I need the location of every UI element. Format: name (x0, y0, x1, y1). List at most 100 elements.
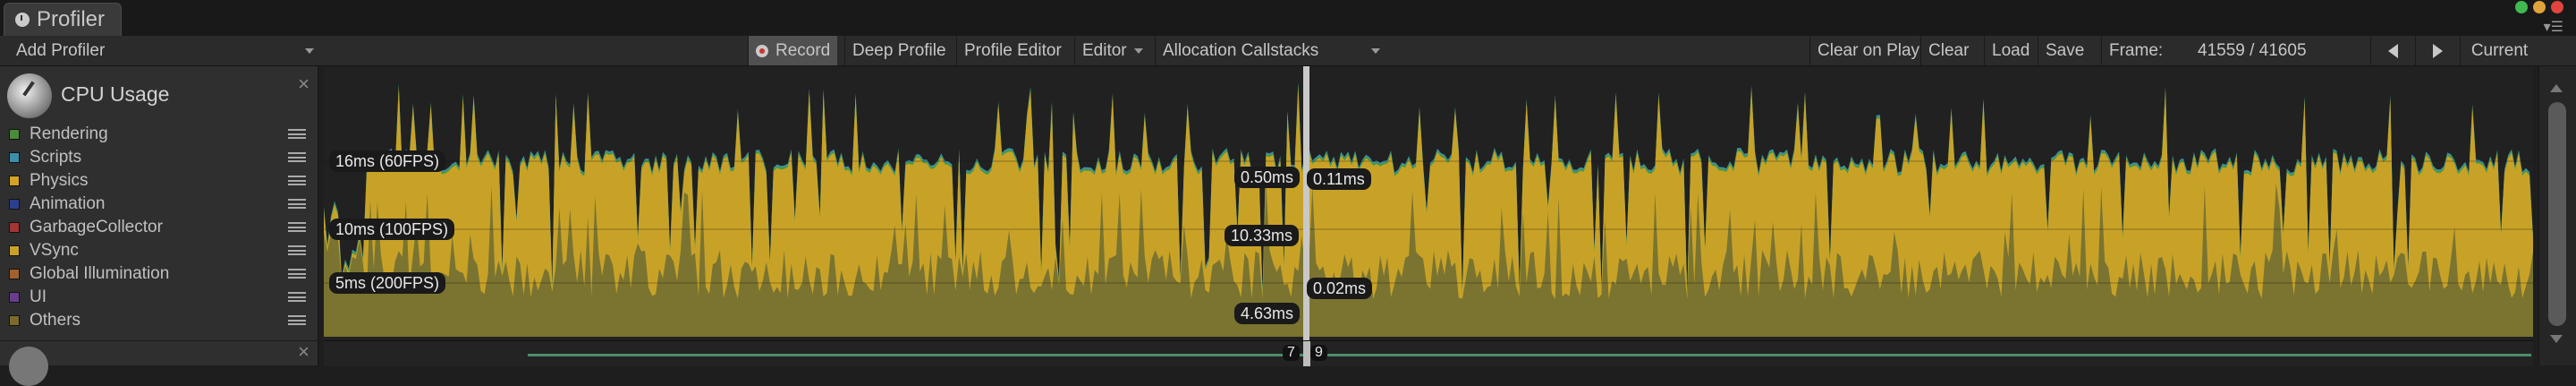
deep-profile-label: Deep Profile (852, 41, 946, 60)
chevron-down-icon (1133, 47, 1143, 54)
legend-swatch (9, 269, 20, 279)
legend-label: Physics (30, 171, 89, 190)
value-label: 10.33ms (1224, 225, 1300, 246)
maximize-button[interactable] (2515, 1, 2528, 13)
legend-swatch (9, 222, 20, 233)
drag-handle-icon[interactable] (288, 222, 306, 232)
legend-label: VSync (30, 241, 79, 260)
close-module-icon[interactable]: × (298, 74, 309, 94)
value-label: 0.11ms (1307, 168, 1371, 190)
previous-frame-button[interactable] (2370, 36, 2415, 65)
record-icon (756, 44, 768, 57)
add-profiler-label: Add Profiler (16, 41, 106, 60)
rendering-chart[interactable]: 7 9 (324, 340, 2533, 366)
load-button[interactable]: Load (1984, 36, 2037, 65)
legend-label: UI (30, 287, 47, 306)
window-menu-icon[interactable]: ▾☰ (2544, 18, 2563, 36)
arrow-right-icon (2433, 43, 2443, 58)
scroll-up-icon[interactable] (2550, 84, 2563, 92)
profile-editor-label: Profile Editor (964, 41, 1062, 60)
legend-swatch (9, 245, 20, 256)
profile-editor-button[interactable]: Profile Editor (956, 36, 1069, 65)
next-frame-button[interactable] (2415, 36, 2460, 65)
value-label: 9 (1310, 345, 1327, 361)
minimize-button[interactable] (2533, 1, 2546, 13)
rendering-module-header[interactable]: × (0, 340, 318, 386)
drag-handle-icon[interactable] (288, 315, 306, 325)
current-frame-button[interactable]: Current (2460, 36, 2538, 65)
close-button[interactable] (2551, 1, 2563, 13)
record-button[interactable]: Record (748, 36, 838, 65)
allocation-callstacks-label: Allocation Callstacks (1163, 41, 1319, 60)
legend-item[interactable]: VSync (9, 240, 309, 262)
legend-item[interactable]: GarbageCollector (9, 217, 309, 238)
legend-swatch (9, 129, 20, 140)
value-label: 0.02ms (1307, 278, 1373, 299)
threshold-label: 10ms (100FPS) (329, 219, 455, 240)
profiler-icon (15, 13, 30, 27)
tab-profiler[interactable]: Profiler (4, 3, 122, 36)
save-label: Save (2046, 41, 2085, 60)
legend-item[interactable]: Global Illumination (9, 263, 309, 285)
legend-item[interactable]: Physics (9, 170, 309, 192)
legend-swatch (9, 176, 20, 186)
record-label: Record (775, 41, 831, 60)
drag-handle-icon[interactable] (288, 176, 306, 185)
window-tab-bar: Profiler ▾☰ (0, 0, 2576, 36)
frame-label: Frame: (2109, 41, 2164, 60)
window-controls (2515, 1, 2563, 13)
legend-swatch (9, 199, 20, 210)
current-label: Current (2470, 41, 2529, 60)
chevron-down-icon (1371, 48, 1380, 54)
legend-label: Global Illumination (30, 264, 170, 283)
value-label: 4.63ms (1234, 303, 1301, 324)
cpu-usage-chart[interactable]: 16ms (60FPS) 10ms (100FPS) 5ms (200FPS) … (324, 66, 2533, 340)
scrollbar-thumb[interactable] (2548, 102, 2566, 326)
frame-cursor[interactable] (1303, 341, 1310, 366)
module-title: CPU Usage (61, 82, 170, 106)
profiler-module-list: CPU Usage × Rendering Scripts Physics Anima… (0, 66, 318, 386)
frame-indicator: Frame: 41559 / 41605 (2101, 36, 2369, 65)
clear-on-play-button[interactable]: Clear on Play (1809, 36, 1927, 65)
legend-label: Others (30, 311, 81, 330)
arrow-left-icon (2388, 43, 2398, 58)
drag-handle-icon[interactable] (288, 152, 306, 162)
legend-label: Rendering (30, 124, 108, 143)
scroll-down-icon[interactable] (2550, 335, 2563, 343)
legend-item[interactable]: Animation (9, 193, 309, 215)
deep-profile-button[interactable]: Deep Profile (844, 36, 953, 65)
legend-item[interactable]: UI (9, 287, 309, 308)
cpu-usage-module-header[interactable]: CPU Usage × (0, 72, 318, 118)
profiler-toolbar: Add Profiler Record Deep Profile Profile… (0, 36, 2576, 66)
clear-on-play-label: Clear on Play (1818, 41, 1920, 60)
drag-handle-icon[interactable] (288, 199, 306, 209)
tab-profiler-label: Profiler (37, 7, 106, 31)
frame-value: 41559 / 41605 (2198, 41, 2307, 60)
save-button[interactable]: Save (2038, 36, 2091, 65)
close-module-icon[interactable]: × (298, 342, 309, 362)
value-label: 0.50ms (1234, 167, 1301, 188)
legend-label: GarbageCollector (30, 218, 163, 236)
add-profiler-dropdown[interactable]: Add Profiler (9, 36, 318, 65)
legend-item[interactable]: Scripts (9, 147, 309, 168)
legend-item[interactable]: Others (9, 310, 309, 331)
clear-button[interactable]: Clear (1920, 36, 1976, 65)
vertical-scrollbar[interactable] (2538, 66, 2576, 365)
allocation-callstacks-dropdown[interactable]: Allocation Callstacks (1155, 36, 1384, 65)
cpu-usage-icon (7, 73, 52, 118)
drag-handle-icon[interactable] (288, 269, 306, 279)
legend-swatch (9, 292, 20, 303)
target-dropdown[interactable]: Editor (1074, 36, 1150, 65)
drag-handle-icon[interactable] (288, 245, 306, 255)
value-label: 7 (1283, 345, 1300, 361)
legend-item[interactable]: Rendering (9, 124, 309, 145)
drag-handle-icon[interactable] (288, 129, 306, 139)
threshold-label: 16ms (60FPS) (329, 150, 446, 172)
legend-label: Scripts (30, 148, 82, 167)
chevron-down-icon (305, 48, 314, 54)
rendering-icon (9, 347, 48, 386)
drag-handle-icon[interactable] (288, 292, 306, 302)
cpu-usage-graph (324, 66, 2533, 340)
legend-swatch (9, 315, 20, 326)
load-label: Load (1992, 41, 2030, 60)
